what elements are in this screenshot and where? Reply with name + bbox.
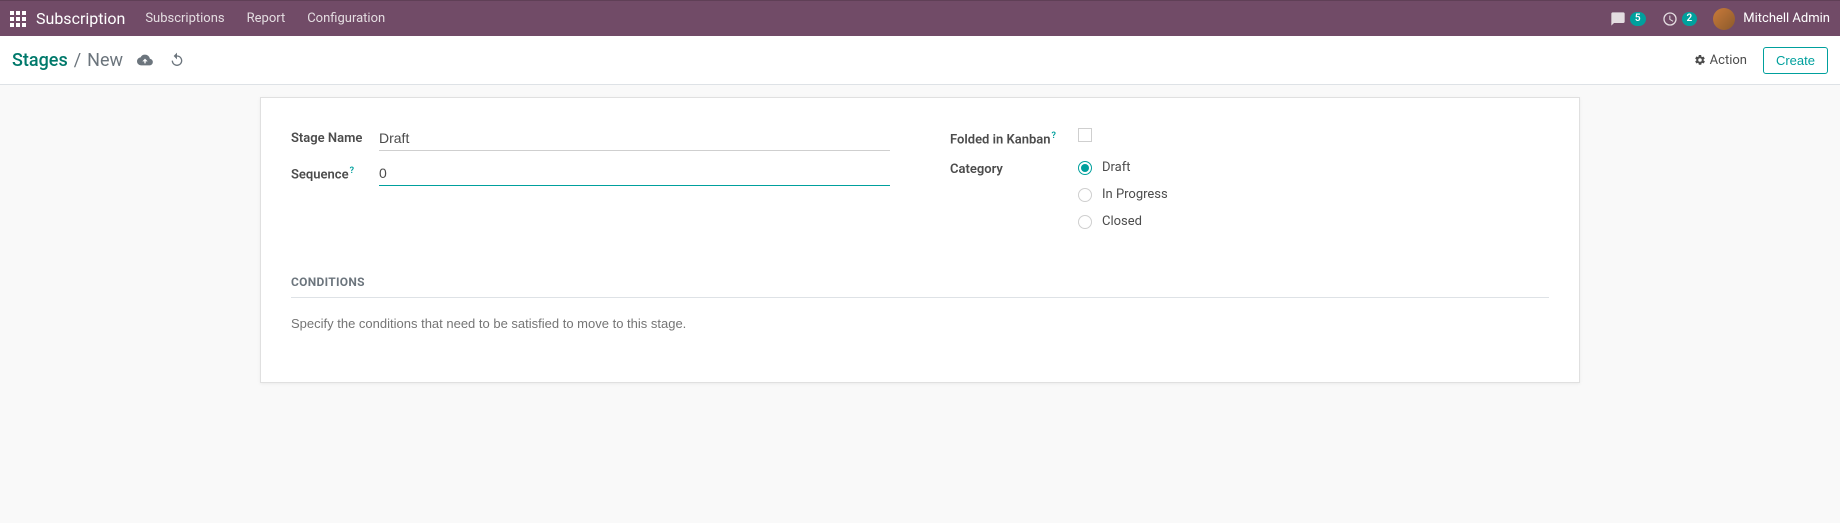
user-menu[interactable]: Mitchell Admin — [1713, 8, 1830, 30]
category-option-closed[interactable]: Closed — [1078, 214, 1168, 229]
comments-icon — [1610, 11, 1626, 27]
radio-icon — [1078, 161, 1092, 175]
messages-badge: 5 — [1630, 12, 1646, 26]
clock-icon — [1662, 11, 1678, 27]
stage-name-label: Stage Name — [291, 126, 379, 146]
discard-icon[interactable] — [169, 52, 185, 68]
sequence-input[interactable] — [379, 161, 890, 186]
tab-header: CONDITIONS — [291, 275, 1549, 298]
control-bar: Stages / New Action Create — [0, 36, 1840, 85]
topbar-menu: Subscriptions Report Configuration — [145, 11, 407, 26]
help-icon[interactable]: ? — [1052, 131, 1056, 141]
tab-conditions[interactable]: CONDITIONS — [291, 275, 365, 297]
folded-label: Folded in Kanban? — [950, 126, 1078, 147]
category-label: Category — [950, 157, 1078, 177]
radio-label: Draft — [1102, 160, 1131, 175]
cloud-unsaved-icon[interactable] — [137, 52, 153, 68]
menu-subscriptions[interactable]: Subscriptions — [145, 11, 224, 26]
category-radio-group: Draft In Progress Closed — [1078, 157, 1168, 229]
stage-name-input[interactable] — [379, 126, 890, 151]
gear-icon — [1694, 54, 1706, 66]
form-sheet: Stage Name Sequence? Folded in Kanban? — [260, 97, 1580, 383]
menu-report[interactable]: Report — [247, 11, 286, 26]
menu-configuration[interactable]: Configuration — [307, 11, 385, 26]
breadcrumb: Stages / New — [12, 50, 123, 71]
sequence-label: Sequence? — [291, 161, 379, 182]
activities-button[interactable]: 2 — [1662, 11, 1698, 27]
folded-checkbox[interactable] — [1078, 128, 1092, 142]
user-name: Mitchell Admin — [1743, 11, 1830, 26]
activities-badge: 2 — [1682, 12, 1698, 26]
breadcrumb-current: New — [87, 50, 123, 71]
apps-icon[interactable] — [10, 11, 26, 27]
app-name[interactable]: Subscription — [36, 9, 125, 28]
category-option-draft[interactable]: Draft — [1078, 160, 1168, 175]
action-dropdown[interactable]: Action — [1694, 53, 1747, 68]
messages-button[interactable]: 5 — [1610, 11, 1646, 27]
create-button[interactable]: Create — [1763, 47, 1828, 74]
avatar — [1713, 8, 1735, 30]
breadcrumb-root[interactable]: Stages — [12, 50, 68, 71]
category-option-inprogress[interactable]: In Progress — [1078, 187, 1168, 202]
help-icon[interactable]: ? — [350, 166, 354, 176]
top-navbar: Subscription Subscriptions Report Config… — [0, 0, 1840, 36]
radio-icon — [1078, 188, 1092, 202]
action-label: Action — [1710, 53, 1747, 68]
radio-label: In Progress — [1102, 187, 1168, 202]
conditions-input[interactable] — [291, 316, 1549, 331]
radio-icon — [1078, 215, 1092, 229]
radio-label: Closed — [1102, 214, 1142, 229]
breadcrumb-separator: / — [74, 50, 81, 71]
